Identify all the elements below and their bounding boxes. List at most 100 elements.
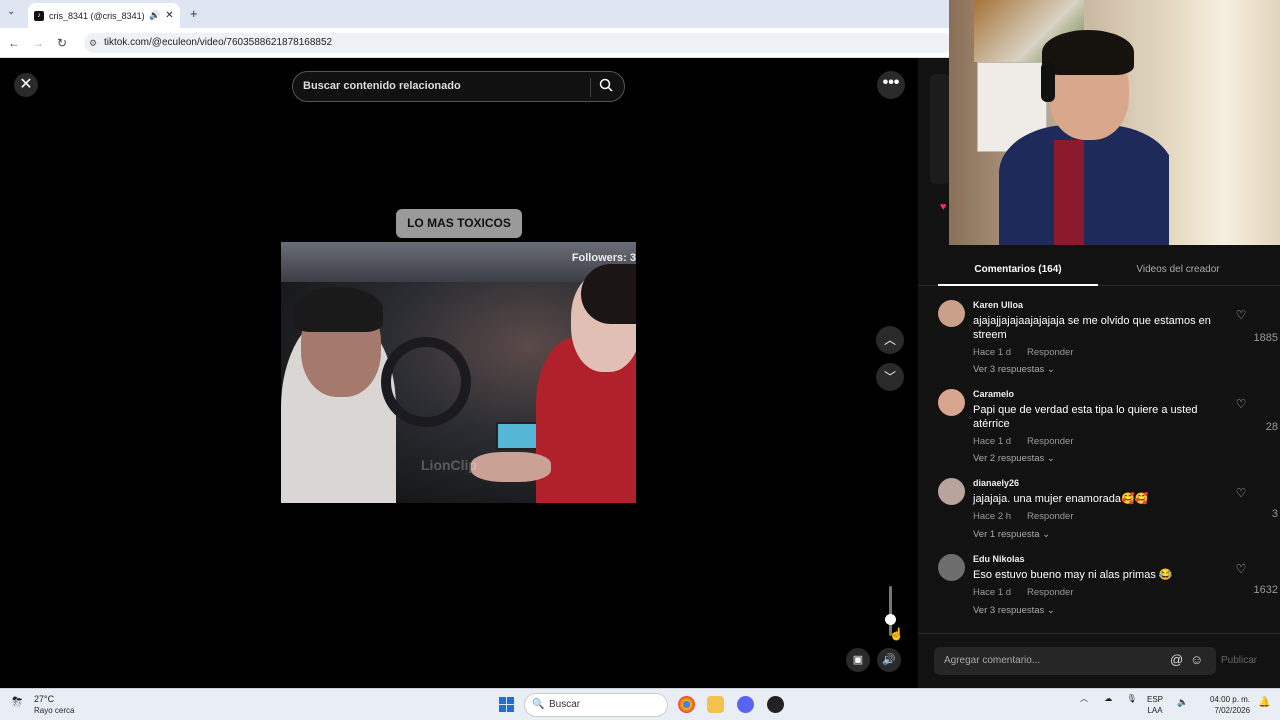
taskbar-search-icon: 🔍	[532, 699, 545, 710]
steering-wheel-shape	[381, 337, 471, 427]
hands-shape	[471, 452, 551, 482]
back-arrow-icon[interactable]: ←	[6, 35, 22, 51]
avatar[interactable]	[938, 478, 965, 505]
publish-button[interactable]: Publicar	[1221, 655, 1257, 666]
comment-like-count: 28	[1265, 421, 1278, 433]
search-icon[interactable]	[599, 78, 617, 96]
view-replies-link[interactable]: Ver 3 respuestas ⌄	[973, 605, 1055, 616]
network-icon[interactable]: ☁	[1104, 694, 1112, 703]
notifications-icon[interactable]: 🔔	[1258, 697, 1270, 708]
tab-list-dropdown-icon[interactable]: ⌄	[7, 6, 15, 17]
comment-meta: Hace 2 h Responder	[973, 511, 1074, 522]
mention-icon[interactable]: @	[1170, 652, 1183, 667]
tab-close-icon[interactable]: ✕	[165, 10, 173, 21]
comment-composer: Agregar comentario... @ ☺ Publicar	[918, 633, 1280, 688]
site-info-icon[interactable]: ⚙	[89, 33, 97, 53]
picture-in-picture-icon[interactable]: ▣	[846, 648, 870, 672]
video-caption-badge: LO MAS TOXICOS	[396, 209, 522, 238]
previous-video-button[interactable]: ︿	[876, 326, 904, 354]
clock-time: 04:00 p. m.	[1210, 695, 1251, 704]
view-replies-link[interactable]: Ver 1 respuesta ⌄	[973, 529, 1050, 540]
comment-username[interactable]: Caramelo	[973, 389, 1014, 399]
comment-text: Papi que de verdad esta tipa lo quiere a…	[973, 404, 1198, 430]
sound-icon[interactable]: 🔊	[877, 648, 901, 672]
reply-button[interactable]: Responder	[1027, 436, 1073, 447]
weather-desc: Rayo cerca	[34, 706, 75, 715]
comment-like-icon[interactable]: ♡	[1226, 562, 1256, 576]
tray-chevron-icon[interactable]: ︿	[1080, 694, 1088, 703]
comment-meta: Hace 1 d Responder	[973, 347, 1074, 358]
close-video-button[interactable]: ✕	[14, 73, 38, 97]
comment-like-icon[interactable]: ♡	[1226, 397, 1256, 411]
comment-input[interactable]: Agregar comentario... @ ☺	[934, 647, 1216, 675]
tiktok-favicon-icon: ♪	[34, 10, 44, 21]
volume-slider-thumb[interactable]	[885, 613, 896, 625]
clock[interactable]: 04:00 p. m. 7/02/2026	[1210, 694, 1250, 716]
comment-like-icon[interactable]: ♡	[1226, 486, 1256, 500]
related-search-placeholder: Buscar contenido relacionado	[303, 80, 461, 92]
comment-item: Edu Nikolas Eso estuvo bueno may ni alas…	[918, 554, 1280, 642]
panel-tabs: Comentarios (164) Videos del creador	[918, 256, 1280, 286]
taskbar-search-input[interactable]: 🔍 Buscar	[524, 693, 668, 717]
url-field[interactable]: ⚙ tiktok.com/@eculeon/video/760358862187…	[84, 33, 954, 53]
windows-start-icon[interactable]	[499, 697, 514, 712]
weather-widget[interactable]: 27°C Rayo cerca ⛈	[12, 694, 74, 716]
like-heart-icon[interactable]: ♥	[940, 201, 947, 213]
streamer-stripe-shape	[1054, 140, 1084, 245]
person-right-hair-shape	[581, 264, 636, 324]
comment-username[interactable]: dianaely26	[973, 478, 1019, 488]
volume-tray-icon[interactable]: 🔈	[1177, 697, 1188, 708]
reply-button[interactable]: Responder	[1027, 511, 1073, 522]
browser-tab-title: cris_8341 (@cris_8341) | Tik	[49, 10, 144, 21]
comment-item: dianaely26 jajajaja. una mujer enamorada…	[918, 478, 1280, 566]
taskbar-search-label: Buscar	[549, 699, 581, 710]
next-video-button[interactable]: ﹀	[876, 363, 904, 391]
mic-icon[interactable]: 🎙	[1126, 694, 1136, 703]
streamer-body-shape	[999, 125, 1174, 245]
more-options-button[interactable]: •••	[877, 71, 905, 99]
comment-like-count: 1885	[1253, 332, 1278, 344]
comment-like-count: 1632	[1253, 584, 1278, 596]
reply-button[interactable]: Responder	[1027, 347, 1073, 358]
reload-icon[interactable]: ↻	[54, 35, 70, 51]
video-watermark: LionClip	[421, 457, 477, 473]
comment-like-icon[interactable]: ♡	[1226, 308, 1256, 322]
tab-audio-icon[interactable]: 🔊	[149, 10, 160, 21]
new-tab-button[interactable]: +	[190, 6, 198, 21]
person-left-hair-shape	[293, 287, 383, 332]
language-indicator[interactable]: ESP LAA	[1147, 694, 1163, 716]
avatar[interactable]	[938, 300, 965, 327]
emoji-icon[interactable]: ☺	[1190, 652, 1203, 667]
view-replies-link[interactable]: Ver 2 respuestas ⌄	[973, 453, 1055, 464]
comment-meta: Hace 1 d Responder	[973, 436, 1074, 447]
reply-button[interactable]: Responder	[1027, 587, 1073, 598]
dashboard-screen-shape	[496, 422, 541, 450]
comment-time: Hace 1 d	[973, 587, 1012, 598]
comment-time: Hace 2 h	[973, 511, 1012, 522]
app-icon[interactable]	[767, 696, 784, 713]
related-search-input[interactable]: Buscar contenido relacionado	[292, 71, 625, 102]
discord-icon[interactable]	[737, 696, 754, 713]
comment-text: ajajajjajajaajajajaja se me olvido que e…	[973, 315, 1211, 341]
forward-arrow-icon[interactable]: →	[30, 35, 46, 51]
file-explorer-icon[interactable]	[707, 696, 724, 713]
avatar[interactable]	[938, 554, 965, 581]
comment-like-count: 3	[1271, 508, 1278, 520]
comment-username[interactable]: Edu Nikolas	[973, 554, 1025, 564]
comment-time: Hace 1 d	[973, 436, 1012, 447]
webcam-overlay	[949, 0, 1280, 245]
comment-username[interactable]: Karen Ulloa	[973, 300, 1023, 310]
comment-item: Karen Ulloa ajajajjajajaajajajaja se me …	[918, 300, 1280, 388]
headset-shape	[1041, 62, 1055, 102]
browser-tab[interactable]: ♪ cris_8341 (@cris_8341) | Tik 🔊 ✕	[28, 3, 180, 28]
avatar[interactable]	[938, 389, 965, 416]
chrome-icon[interactable]	[678, 696, 695, 713]
weather-temp: 27°C	[34, 694, 55, 704]
comment-item: Caramelo Papi que de verdad esta tipa lo…	[918, 389, 1280, 477]
lang-code: ESP	[1147, 695, 1164, 704]
system-tray: ︿ ☁ 🎙	[1080, 693, 1137, 704]
tab-comments[interactable]: Comentarios (164)	[938, 256, 1098, 286]
view-replies-link[interactable]: Ver 3 respuestas ⌄	[973, 364, 1055, 375]
windows-taskbar: 27°C Rayo cerca ⛈ 🔍 Buscar ︿ ☁ 🎙 ESP LAA…	[0, 688, 1280, 720]
tab-creator-videos[interactable]: Videos del creador	[1098, 256, 1258, 286]
